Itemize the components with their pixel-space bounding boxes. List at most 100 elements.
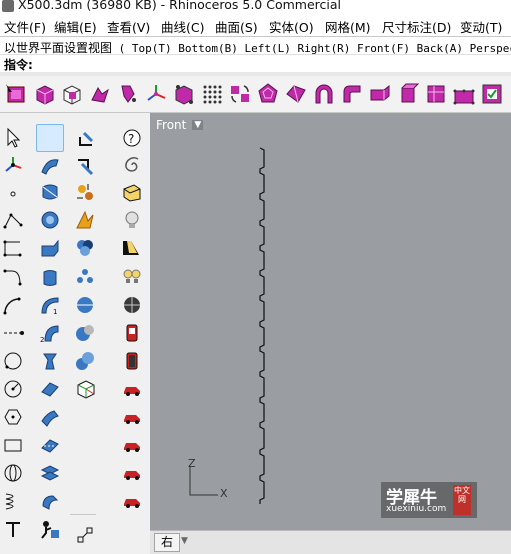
gumball-icon[interactable] — [0, 152, 26, 178]
box-icon[interactable] — [32, 81, 58, 107]
rectangle-icon[interactable] — [0, 432, 26, 458]
bend-icon[interactable] — [339, 81, 365, 107]
car-icon[interactable] — [119, 376, 145, 402]
extrude-surface-icon[interactable] — [37, 264, 63, 290]
svg-text:?: ? — [128, 132, 134, 146]
transparent-box-icon[interactable] — [59, 81, 85, 107]
command-history-text: 以世界平面设置视图 ( Top(T) Bottom(B) Left(L) Rig… — [4, 39, 511, 55]
menu-curve[interactable]: 曲线(C) — [161, 17, 204, 36]
control-cage-icon[interactable] — [451, 81, 477, 107]
join-icon[interactable] — [72, 152, 98, 178]
car-icon[interactable] — [119, 488, 145, 514]
dashed-line-icon[interactable] — [0, 320, 26, 346]
axis-z-label: Z — [188, 457, 196, 470]
command-prompt-label: 指令: — [4, 58, 33, 72]
fillet-surface-icon[interactable]: 1 — [37, 292, 63, 318]
patch-icon[interactable]: 2 — [37, 320, 63, 346]
point-icon[interactable] — [0, 179, 26, 205]
helix-icon[interactable] — [0, 488, 26, 514]
help-icon[interactable]: ? — [119, 125, 145, 151]
render-sphere-icon[interactable] — [119, 292, 145, 318]
menu-bar: 文件(F) 编辑(E) 查看(V) 曲线(C) 曲面(S) 实体(O) 网格(M… — [0, 16, 511, 36]
network-surface-icon[interactable] — [37, 376, 63, 402]
cycle-icon[interactable] — [227, 81, 253, 107]
polygon-icon[interactable] — [0, 404, 26, 430]
point-grid-icon[interactable] — [199, 81, 225, 107]
viewport-tab-right[interactable]: 右 — [154, 533, 181, 552]
dark-gauge-icon[interactable] — [119, 348, 145, 374]
flow-icon[interactable] — [283, 81, 309, 107]
text-icon[interactable] — [0, 516, 26, 542]
plane-icon[interactable] — [36, 124, 64, 152]
sweep-icon[interactable] — [37, 152, 63, 178]
arrow-select-icon[interactable] — [0, 125, 26, 151]
menu-transform[interactable]: 变动(T) — [460, 17, 502, 36]
trim-icon[interactable] — [37, 432, 63, 458]
circle-icon[interactable] — [0, 348, 26, 374]
move-icon[interactable] — [87, 81, 113, 107]
fold-icon[interactable] — [367, 81, 393, 107]
gumball-axis-icon[interactable] — [143, 81, 169, 107]
menu-dimension[interactable]: 尺寸标注(D) — [382, 17, 451, 36]
menu-edit[interactable]: 编辑(E) — [54, 17, 97, 36]
light-bulb-icon[interactable] — [119, 207, 145, 233]
menu-view[interactable]: 查看(V) — [107, 17, 150, 36]
command-history-prefix: 以世界平面设置视图 — [4, 41, 113, 55]
red-gauge-icon[interactable] — [119, 320, 145, 346]
loft-icon[interactable] — [37, 207, 63, 233]
unroll-icon[interactable] — [37, 516, 63, 542]
offset-surface-icon[interactable] — [37, 488, 63, 514]
cylinder-curve-icon[interactable] — [0, 460, 26, 486]
sphere-pair-icon[interactable] — [72, 320, 98, 346]
curve-end-icon[interactable] — [72, 522, 98, 548]
swirl-icon[interactable] — [119, 152, 145, 178]
svg-text:1: 1 — [53, 308, 57, 316]
polyline-icon[interactable] — [0, 207, 26, 233]
split-icon[interactable] — [37, 404, 63, 430]
line-icon[interactable] — [72, 125, 98, 151]
checkbox-icon[interactable] — [479, 81, 505, 107]
tool-separator — [70, 514, 96, 515]
menu-file[interactable]: 文件(F) — [4, 17, 46, 36]
circle-point-icon[interactable] — [0, 376, 26, 402]
arc-icon[interactable] — [0, 292, 26, 318]
chevron-down-icon[interactable]: ▼ — [181, 536, 188, 546]
curve-end-icon[interactable] — [72, 376, 98, 402]
rebuild-icon[interactable] — [37, 460, 63, 486]
boolean-icon[interactable] — [72, 207, 98, 233]
extrude-icon[interactable] — [395, 81, 421, 107]
profile-curve[interactable] — [150, 113, 511, 530]
curve-corner-icon[interactable] — [0, 264, 26, 290]
save-icon[interactable] — [119, 179, 145, 205]
cube-render-icon[interactable] — [171, 81, 197, 107]
title-bar: X500.3dm (36980 KB) - Rhinoceros 5.0 Com… — [0, 0, 511, 16]
menu-surface[interactable]: 曲面(S) — [215, 17, 258, 36]
rotate-icon[interactable] — [115, 81, 141, 107]
command-prompt[interactable]: 指令: — [0, 54, 511, 73]
cap-icon[interactable] — [37, 235, 63, 261]
panel-icon[interactable] — [423, 81, 449, 107]
spot-light-icon[interactable] — [119, 235, 145, 261]
revolve-icon[interactable] — [37, 179, 63, 205]
box-edges-icon[interactable] — [72, 348, 98, 374]
window-title: X500.3dm (36980 KB) - Rhinoceros 5.0 Com… — [18, 0, 341, 12]
sphere-split-icon[interactable] — [72, 292, 98, 318]
menu-mesh[interactable]: 网格(M) — [325, 17, 371, 36]
rhino-app-icon — [2, 0, 14, 12]
viewport-tab-strip — [150, 530, 511, 554]
car-icon[interactable] — [119, 460, 145, 486]
sphere-union-icon[interactable] — [72, 264, 98, 290]
rectangle-curve-icon[interactable] — [0, 235, 26, 261]
dual-light-icon[interactable] — [119, 264, 145, 290]
sphere-cluster-icon[interactable] — [72, 235, 98, 261]
car-icon[interactable] — [119, 404, 145, 430]
command-history: 以世界平面设置视图 ( Top(T) Bottom(B) Left(L) Rig… — [0, 36, 511, 55]
arch-icon[interactable] — [311, 81, 337, 107]
blend-surface-icon[interactable] — [37, 348, 63, 374]
svg-text:2: 2 — [40, 336, 44, 344]
car-icon[interactable] — [119, 432, 145, 458]
explode-icon[interactable] — [72, 179, 98, 205]
dodecahedron-icon[interactable] — [255, 81, 281, 107]
menu-solid[interactable]: 实体(O) — [269, 17, 314, 36]
select-points-icon[interactable] — [4, 81, 30, 107]
